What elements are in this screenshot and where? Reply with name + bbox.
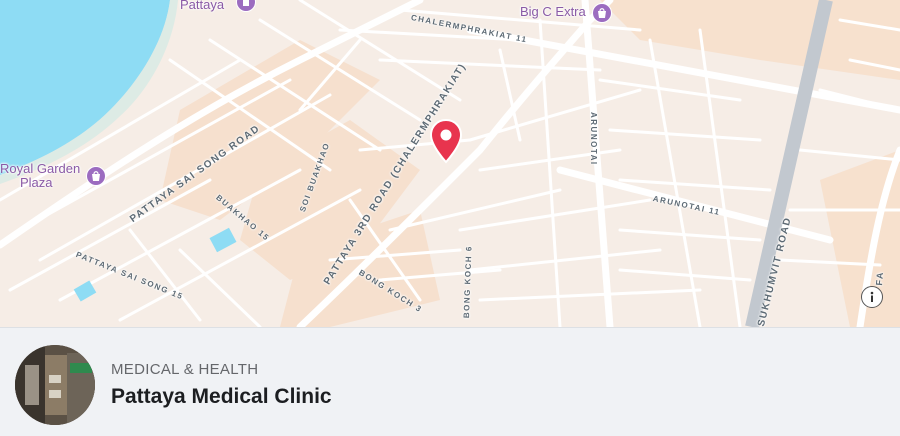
- road-label-arunotai: ARUNOTAI: [589, 112, 598, 166]
- place-card[interactable]: MEDICAL & HEALTH Pattaya Medical Clinic: [0, 327, 900, 436]
- poi-label-big-c-extra[interactable]: Big C Extra: [520, 4, 586, 19]
- map-view[interactable]: PATTAYA SAI SONG ROAD PATTAYA 3RD ROAD (…: [0, 0, 900, 327]
- poi-label-royal-garden-line1: Royal Garden: [0, 161, 81, 176]
- poi-label-pattaya[interactable]: Pattaya: [180, 0, 224, 12]
- shopping-bag-icon[interactable]: [592, 3, 612, 23]
- location-pin-icon[interactable]: [428, 118, 464, 164]
- road-label-fa: FA: [874, 270, 886, 286]
- info-icon[interactable]: [861, 286, 883, 308]
- place-thumbnail[interactable]: [15, 345, 95, 425]
- poi-label-royal-garden-line2: Plaza: [20, 175, 53, 190]
- shopping-bag-icon[interactable]: [86, 166, 106, 186]
- place-category: MEDICAL & HEALTH: [111, 361, 259, 378]
- poi-label-royal-garden[interactable]: Royal Garden Plaza: [0, 162, 80, 190]
- place-name[interactable]: Pattaya Medical Clinic: [111, 385, 332, 409]
